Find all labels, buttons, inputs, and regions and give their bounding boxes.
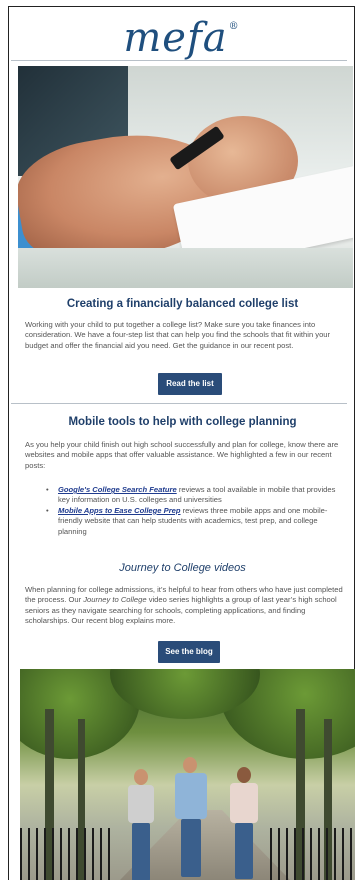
- list-item: • Google's College Search Feature review…: [46, 485, 343, 506]
- section3-heading: Journey to College videos: [20, 562, 345, 574]
- mefa-logo[interactable]: mefa®: [9, 15, 354, 65]
- section2-body: As you help your child finish out high s…: [25, 440, 339, 470]
- read-the-list-button[interactable]: Read the list: [158, 373, 222, 395]
- hero-image-hands-phone: [18, 66, 353, 288]
- logo-text: mefa: [123, 15, 228, 61]
- students-walking-photo: [20, 669, 355, 880]
- section3-heading-text: Journey to College videos: [119, 562, 246, 574]
- section3-body: When planning for college admissions, it…: [25, 585, 347, 627]
- photo-fence: [20, 828, 115, 880]
- registered-mark: ®: [228, 21, 240, 32]
- bullet-icon: •: [46, 505, 49, 515]
- section3-body-italic: Journey to College: [83, 595, 147, 605]
- see-the-blog-button[interactable]: See the blog: [158, 641, 220, 663]
- posts-list: • Google's College Search Feature review…: [46, 485, 343, 537]
- section-divider: [11, 403, 347, 404]
- section1-body: Working with your child to put together …: [25, 320, 331, 350]
- bullet-icon: •: [46, 485, 49, 494]
- header-divider: [11, 60, 347, 61]
- google-college-search-link[interactable]: Google's College Search Feature: [58, 485, 177, 494]
- mobile-apps-link[interactable]: Mobile Apps to Ease College Prep: [58, 506, 181, 515]
- section2-heading: Mobile tools to help with college planni…: [68, 416, 297, 428]
- list-item: • Mobile Apps to Ease College Prep revie…: [46, 506, 343, 537]
- hero-table: [18, 248, 353, 288]
- photo-fence: [270, 828, 355, 880]
- section1-heading: Creating a financially balanced college …: [66, 298, 299, 310]
